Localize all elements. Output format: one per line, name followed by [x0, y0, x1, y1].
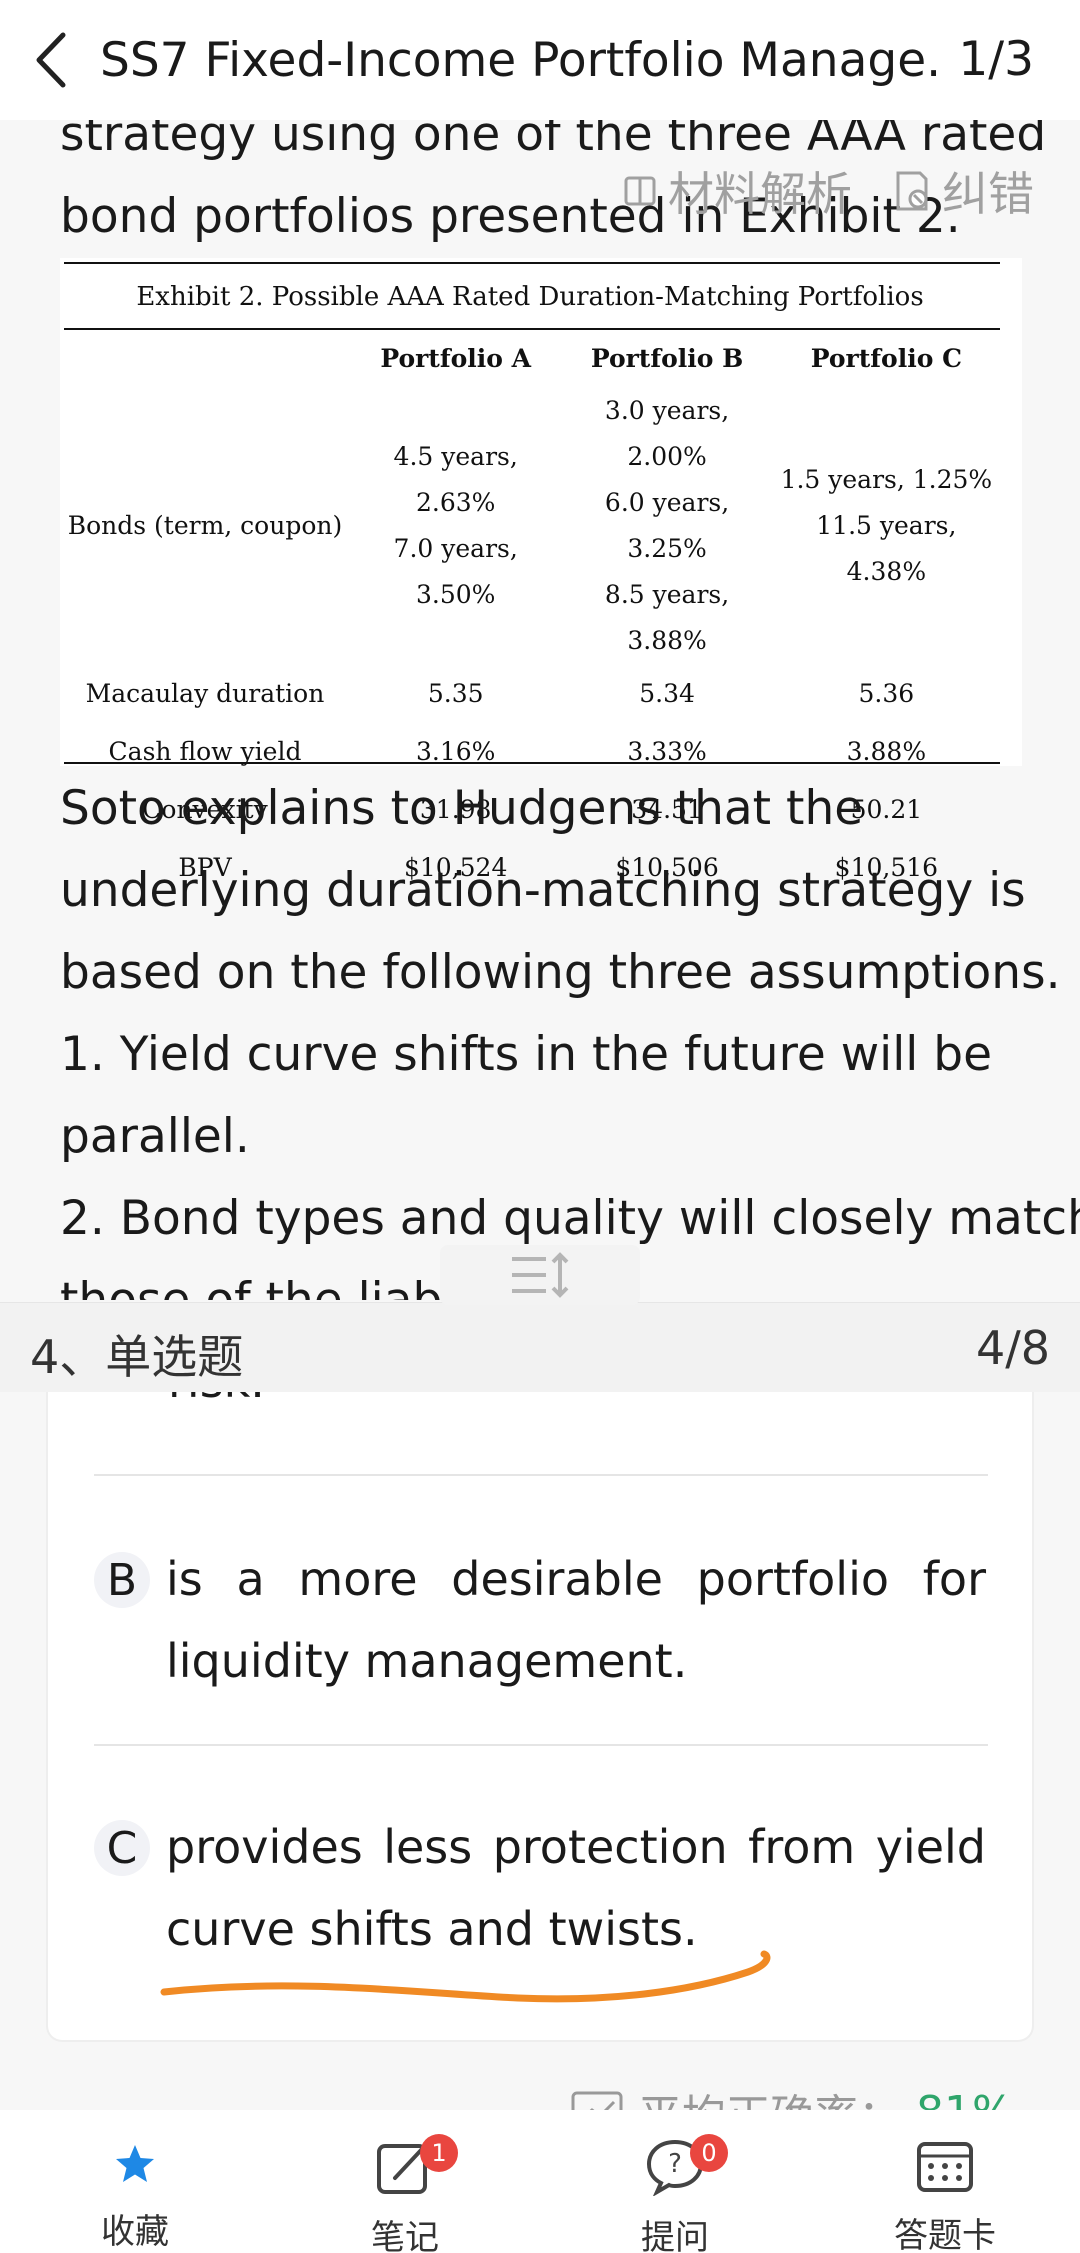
exhibit-title: Exhibit 2. Possible AAA Rated Duration-M… [136, 282, 924, 312]
nav-label: 提问 [641, 2218, 709, 2253]
resize-handle[interactable] [440, 1245, 640, 1305]
table-header-row: Portfolio A Portfolio B Portfolio C [60, 328, 1000, 388]
nav-item-notes[interactable]: 1 笔记 [270, 2110, 540, 2253]
answer-card-icon [910, 2138, 980, 2194]
bond-entry: 6.0 years, 3.25% [604, 488, 730, 563]
star-icon [100, 2138, 170, 2190]
bond-entry: 7.0 years, 3.50% [393, 534, 518, 609]
correction-label: 纠错 [942, 167, 1034, 221]
table-cell: 5.36 [858, 678, 915, 708]
bond-entry: 1.5 years, 1.25% [780, 465, 993, 494]
table-rule-top [64, 262, 1000, 264]
nav-item-ask[interactable]: ? 0 提问 [540, 2110, 810, 2253]
bottom-nav: 收藏 1 笔记 ? 0 提问 答题卡 [0, 2110, 1080, 2253]
nav-item-answer-card[interactable]: 答题卡 [810, 2110, 1080, 2253]
svg-text:?: ? [668, 2149, 682, 2179]
table-cell: 1.5 years, 1.25% 11.5 years, 4.38% [773, 388, 1000, 664]
table-cell: 3.0 years, 2.00% 6.0 years, 3.25% 8.5 ye… [561, 388, 772, 664]
back-arrow-icon [36, 32, 66, 88]
bond-entry: 11.5 years, 4.38% [816, 511, 957, 586]
option-text: is a more desirable portfolio for liquid… [166, 1552, 986, 1688]
back-button[interactable] [0, 0, 100, 120]
nav-label: 笔记 [371, 2218, 439, 2253]
material-line: 1. Yield curve shifts in the future will… [60, 1027, 993, 1082]
table-row: Bonds (term, coupon) 4.5 years, 2.63% 7.… [60, 388, 1000, 664]
table-cell: 5.35 [427, 678, 484, 708]
handwritten-underline [160, 1950, 771, 2003]
column-header: Portfolio B [590, 343, 744, 373]
drag-lines-icon [512, 1252, 569, 1298]
material-line: underlying duration-matching strategy is [60, 863, 1026, 918]
option-divider [94, 1744, 988, 1746]
correction-doc-icon [896, 171, 928, 211]
material-actions: 材料解析 纠错 [622, 158, 1034, 224]
nav-label: 答题卡 [894, 2216, 996, 2253]
page: SS7 Fixed-Income Portfolio Manage... 1/3… [0, 0, 1080, 2253]
question-header: 4、单选题 4/8 [0, 1302, 1080, 1392]
table-corner [60, 328, 350, 388]
analysis-label: 材料解析 [668, 167, 852, 221]
book-icon [624, 176, 656, 206]
ask-badge: 0 [690, 2134, 728, 2172]
bond-entry: 4.5 years, 2.63% [393, 442, 518, 517]
nav-label: 收藏 [101, 2212, 169, 2252]
table-cell: 5.34 [639, 678, 695, 708]
row-label: Macaulay duration [85, 678, 325, 708]
bond-entry: 3.0 years, 2.00% [604, 396, 730, 471]
material-panel[interactable]: strategy using one of the three AAA rate… [0, 120, 1080, 1300]
question-number: 4/8 [975, 1321, 1050, 1375]
table-rule-bottom [64, 762, 1000, 764]
question-type: 4、单选题 [30, 1330, 244, 1384]
page-title: SS7 Fixed-Income Portfolio Manage... [100, 32, 940, 88]
question-bubble-icon: ? 0 [640, 2134, 728, 2196]
table-row: Macaulay duration 5.35 5.34 5.36 [60, 664, 1000, 722]
row-label: Bonds (term, coupon) [67, 511, 343, 540]
exhibit-table-image: Exhibit 2. Possible AAA Rated Duration-M… [60, 258, 1022, 882]
analysis-link[interactable]: 材料解析 [622, 158, 852, 224]
material-page-indicator: 1/3 [958, 32, 1034, 87]
nav-item-favorite[interactable]: 收藏 [0, 2110, 270, 2253]
option-divider [94, 1474, 988, 1476]
top-bar: SS7 Fixed-Income Portfolio Manage... 1/3 [0, 0, 1080, 120]
option-letter: C [94, 1820, 150, 1876]
options-card: risk. B is a more desirable portfolio fo… [46, 1392, 1034, 2042]
material-line: parallel. [60, 1109, 250, 1164]
correction-link[interactable]: 纠错 [892, 158, 1034, 224]
notes-badge: 1 [420, 2134, 458, 2172]
material-line: based on the following three assumptions… [60, 945, 1061, 1000]
table-cell: 4.5 years, 2.63% 7.0 years, 3.50% [350, 388, 561, 664]
material-line: Soto explains to Hudgens that the [60, 781, 864, 836]
material-text-bottom: Soto explains to Hudgens that the underl… [60, 768, 1080, 1300]
note-edit-icon: 1 [370, 2134, 458, 2196]
column-header: Portfolio C [810, 343, 962, 373]
previous-option-tail: risk. [168, 1392, 265, 1408]
option-letter: B [94, 1552, 150, 1608]
column-header: Portfolio A [380, 343, 532, 373]
bond-entry: 8.5 years, 3.88% [604, 580, 730, 655]
